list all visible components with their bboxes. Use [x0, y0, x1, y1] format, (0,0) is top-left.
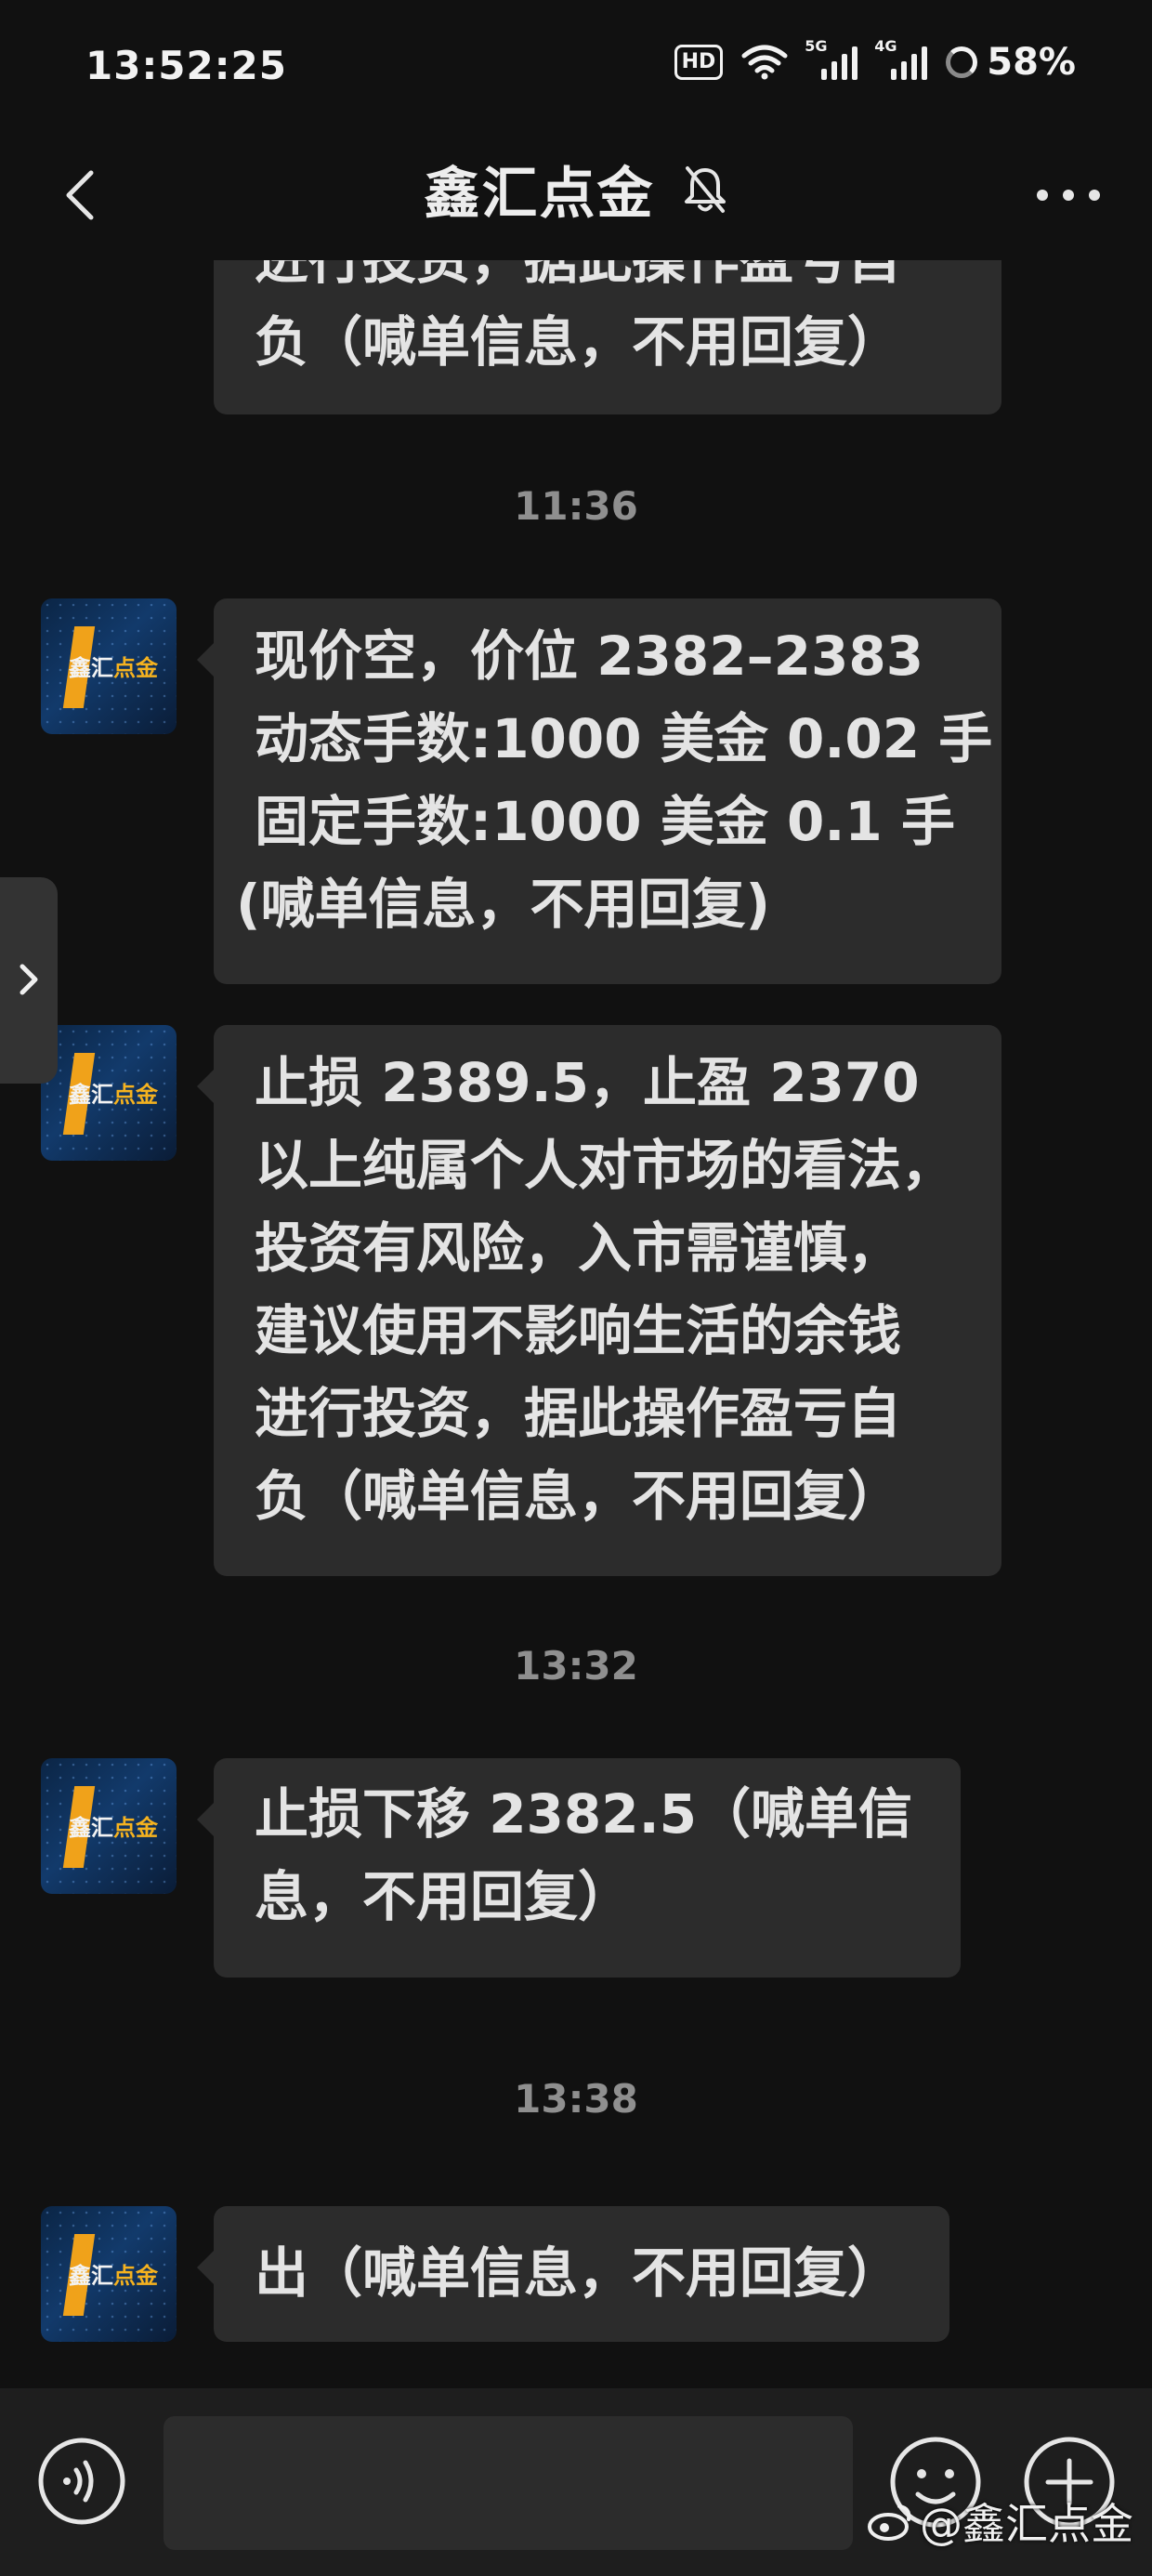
chevron-right-icon — [20, 964, 38, 995]
watermark-text: @鑫汇点金 — [920, 2499, 1133, 2549]
voice-input-icon[interactable] — [37, 2437, 126, 2526]
avatar-label: 鑫汇点金 — [69, 1082, 158, 1108]
message-line: 出（喊单信息，不用回复） — [255, 2241, 902, 2305]
avatar-label: 鑫汇点金 — [69, 2263, 158, 2289]
message-line: 负（喊单信息，不用回复） — [255, 1465, 902, 1528]
avatar[interactable]: 鑫汇点金 — [41, 1025, 177, 1161]
message-timestamp: 13:32 — [514, 1643, 638, 1689]
message-line: 止损下移 2382.5（喊单信 — [255, 1782, 913, 1846]
avatar[interactable]: 鑫汇点金 — [41, 598, 177, 734]
signal-4g-icon: 4G — [874, 37, 928, 80]
wifi-icon — [741, 45, 788, 80]
message-line: 现价空，价位 2382–2383 — [255, 624, 924, 688]
avatar[interactable]: 鑫汇点金 — [41, 2206, 177, 2342]
avatar-label: 鑫汇点金 — [69, 1815, 158, 1841]
message-line: 以上纯属个人对市场的看法， — [255, 1134, 956, 1197]
message-bubble[interactable]: 止损 2389.5，止盈 2370 以上纯属个人对市场的看法， 投资有风险，入市… — [197, 1025, 1001, 1576]
status-bar: 13:52:25 HD 5G 4G 58% — [0, 0, 1152, 139]
status-time: 13:52:25 — [85, 43, 287, 88]
avatar[interactable]: 鑫汇点金 — [41, 1758, 177, 1894]
message-line: 进行投资，据此操作盈亏自 — [255, 260, 961, 301]
message-list[interactable]: 进行投资，据此操作盈亏自 负（喊单信息，不用回复） 11:36 鑫汇点金 现价空… — [0, 260, 1152, 2388]
message-line: 负（喊单信息，不用回复） — [255, 310, 902, 374]
side-panel-toggle[interactable] — [0, 877, 58, 1084]
mute-bell-icon — [684, 165, 726, 213]
message-line: (喊单信息，不用回复) — [236, 873, 771, 936]
message-bubble[interactable]: 现价空，价位 2382–2383 动态手数:1000 美金 0.02 手 固定手… — [197, 598, 1001, 984]
title-wrap: 鑫汇点金 — [0, 149, 1152, 230]
battery-icon — [946, 46, 978, 78]
status-icons: HD 5G 4G 58% — [674, 37, 1076, 84]
message-line: 进行投资，据此操作盈亏自 — [255, 1382, 902, 1445]
message-line: 息，不用回复） — [255, 1865, 633, 1928]
message-input[interactable] — [164, 2416, 853, 2550]
message-line: 固定手数:1000 美金 0.1 手 — [255, 790, 955, 853]
hd-icon: HD — [674, 45, 724, 80]
message-timestamp: 13:38 — [514, 2076, 638, 2122]
message-line: 动态手数:1000 美金 0.02 手 — [255, 707, 993, 770]
message-line: 投资有风险，入市需谨慎， — [255, 1216, 902, 1280]
more-icon[interactable] — [1031, 181, 1106, 209]
message-line: 止损 2389.5，止盈 2370 — [255, 1051, 920, 1114]
signal-5g-icon: 5G — [805, 37, 858, 80]
chat-header: 鑫汇点金 — [0, 139, 1152, 260]
message-timestamp: 11:36 — [514, 483, 638, 529]
message-bubble[interactable]: 进行投资，据此操作盈亏自 负（喊单信息，不用回复） — [214, 260, 1001, 414]
weibo-logo-icon — [868, 2504, 911, 2541]
chat-title: 鑫汇点金 — [424, 162, 655, 227]
battery-level: 58% — [987, 41, 1076, 84]
message-bubble[interactable]: 出（喊单信息，不用回复） — [197, 2206, 949, 2342]
message-line: 建议使用不影响生活的余钱 — [255, 1299, 902, 1362]
avatar-label: 鑫汇点金 — [69, 655, 158, 681]
input-bar: @鑫汇点金 — [0, 2388, 1152, 2576]
message-bubble[interactable]: 止损下移 2382.5（喊单信 息，不用回复） — [197, 1758, 961, 1978]
watermark: @鑫汇点金 — [866, 2491, 1133, 2552]
